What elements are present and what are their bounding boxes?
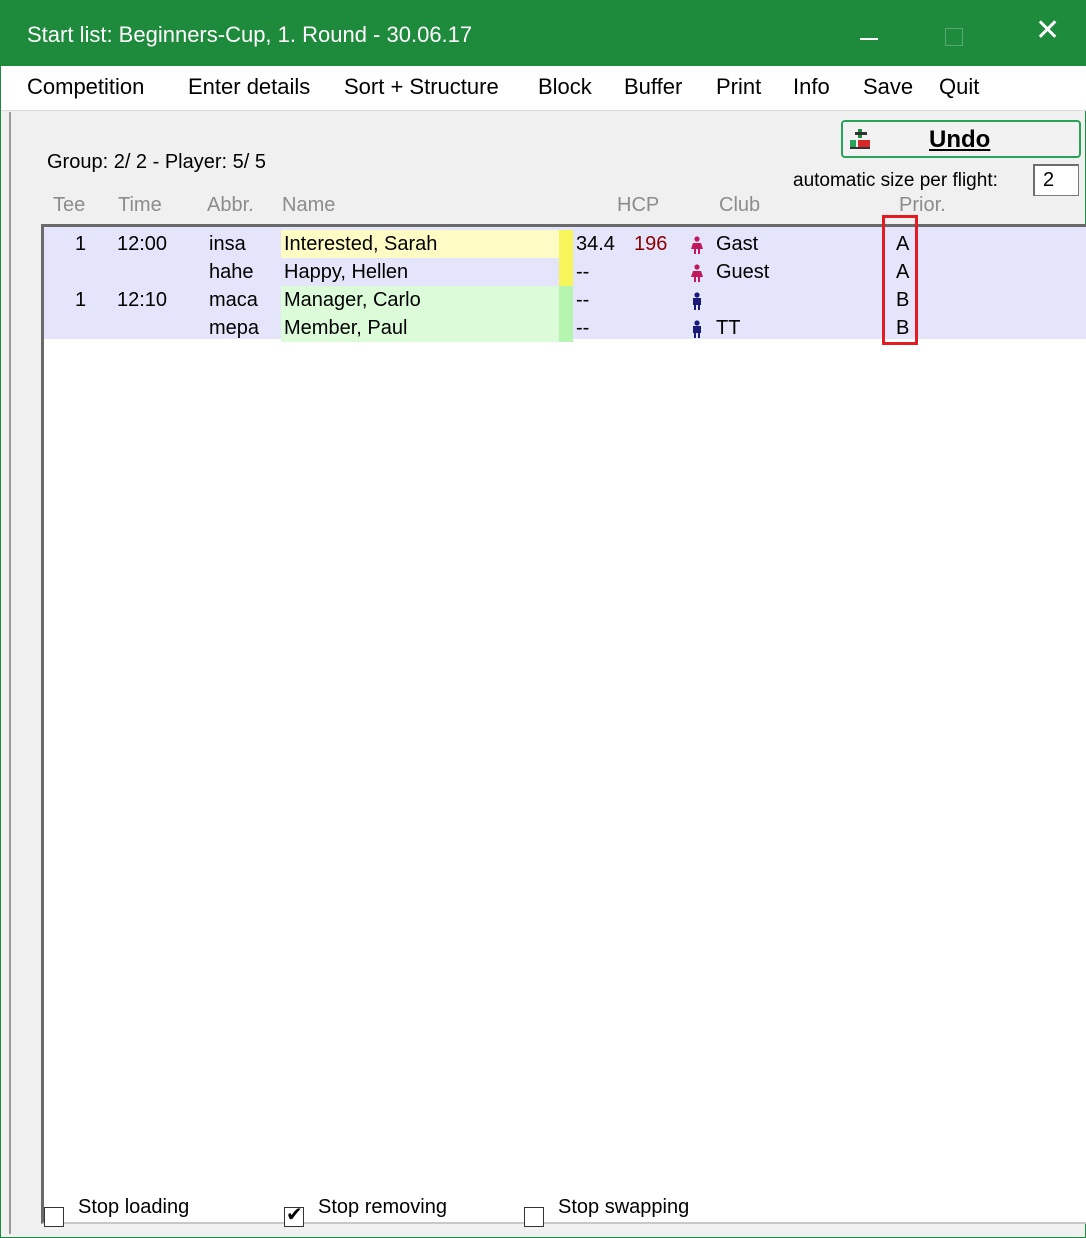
male-person-icon [693, 320, 701, 338]
row-name[interactable]: Interested, Sarah [284, 230, 437, 258]
auto-size-input[interactable]: 2 [1033, 164, 1079, 196]
checkmark-icon: ✔ [286, 1204, 303, 1226]
window-title: Start list: Beginners-Cup, 1. Round - 30… [27, 22, 473, 47]
column-header-abbr[interactable]: Abbr. [207, 194, 254, 217]
stop-loading-label[interactable]: Stop loading [78, 1196, 189, 1219]
column-header-name[interactable]: Name [282, 194, 335, 217]
female-person-icon [691, 264, 703, 282]
row-time: 12:10 [117, 289, 168, 311]
menu-save[interactable]: Save [863, 74, 913, 100]
menu-info[interactable]: Info [793, 74, 830, 100]
minimize-button[interactable] [826, 0, 908, 66]
row-hcp-secondary: 196 [634, 233, 668, 255]
column-header-club[interactable]: Club [719, 194, 760, 217]
flight-marker [559, 230, 573, 258]
stop-removing-checkbox[interactable]: ✔ [284, 1204, 304, 1227]
close-icon: ✕ [1035, 14, 1061, 47]
row-name[interactable]: Happy, Hellen [284, 258, 408, 286]
app-window: Start list: Beginners-Cup, 1. Round - 30… [0, 0, 1086, 1238]
menu-sort-structure[interactable]: Sort + Structure [344, 74, 499, 100]
stop-removing-label[interactable]: Stop removing [318, 1196, 447, 1219]
row-club: Gast [716, 233, 759, 255]
undo-label: Undo [929, 126, 991, 153]
flight-marker [559, 258, 573, 286]
row-hcp: -- [576, 317, 590, 339]
close-button[interactable]: ✕ [1005, 0, 1086, 66]
menu-competition[interactable]: Competition [27, 74, 144, 100]
stop-swapping-checkbox[interactable] [524, 1207, 544, 1227]
menu-block[interactable]: Block [538, 74, 592, 100]
column-header-time[interactable]: Time [118, 194, 162, 217]
row-abbr: mepa [209, 317, 260, 339]
maximize-button[interactable] [909, 0, 991, 66]
column-header-prior[interactable]: Prior. [899, 194, 946, 217]
group-player-info: Group: 2/ 2 - Player: 5/ 5 [47, 151, 266, 173]
menu-print[interactable]: Print [716, 74, 761, 100]
flight-marker [559, 286, 573, 314]
row-hcp: -- [576, 289, 590, 311]
row-name[interactable]: Manager, Carlo [284, 286, 421, 314]
start-list[interactable]: 1 12:00 insa Interested, Sarah 34.4 196 … [41, 224, 1086, 1224]
prior-highlight-box [882, 215, 918, 345]
row-abbr: maca [209, 289, 258, 311]
undo-button[interactable]: Undo [841, 120, 1081, 158]
row-club: Guest [716, 261, 770, 283]
column-header-hcp[interactable]: HCP [617, 194, 659, 217]
flight-marker [559, 314, 573, 342]
menu-enter-details[interactable]: Enter details [188, 74, 310, 100]
row-club: TT [716, 317, 741, 339]
auto-size-label: automatic size per flight: [793, 170, 998, 191]
title-bar[interactable]: Start list: Beginners-Cup, 1. Round - 30… [1, 0, 1086, 66]
male-person-icon [693, 292, 701, 310]
female-person-icon [691, 236, 703, 254]
row-name[interactable]: Member, Paul [284, 314, 407, 342]
menu-quit[interactable]: Quit [939, 74, 979, 100]
stop-loading-checkbox[interactable] [44, 1207, 64, 1227]
menu-bar: Competition Enter details Sort + Structu… [1, 66, 1086, 111]
undo-icon [850, 129, 870, 149]
row-abbr: hahe [209, 261, 254, 283]
stop-swapping-label[interactable]: Stop swapping [558, 1196, 689, 1219]
row-tee: 1 [75, 289, 87, 311]
menu-buffer[interactable]: Buffer [624, 74, 682, 100]
row-abbr: insa [209, 233, 246, 255]
row-tee: 1 [75, 233, 87, 255]
row-hcp: -- [576, 261, 590, 283]
column-header-tee[interactable]: Tee [53, 194, 85, 217]
row-hcp: 34.4 [576, 233, 615, 255]
row-time: 12:00 [117, 233, 168, 255]
